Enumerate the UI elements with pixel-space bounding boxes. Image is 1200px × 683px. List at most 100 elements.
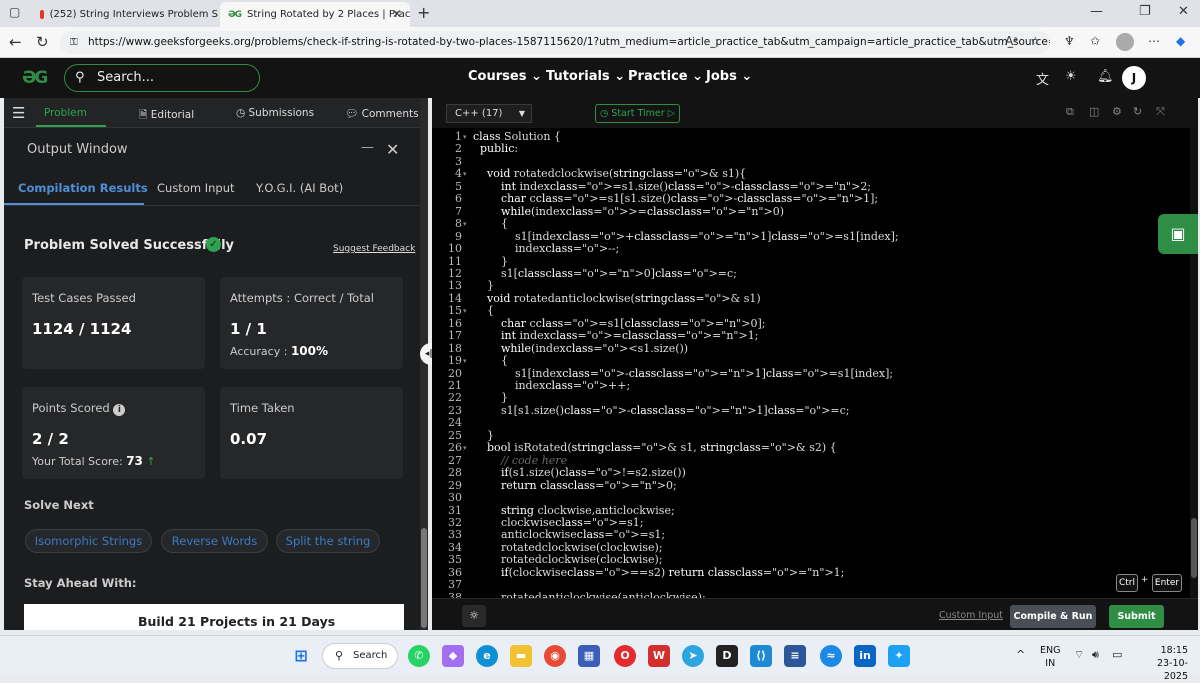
tab-yogi-ai-bot[interactable]: Y.O.G.I. (AI Bot) (256, 181, 343, 195)
code-line[interactable]: if(s1.size()class="o">!=s2.size()) (473, 466, 686, 479)
promo-banner[interactable]: Build 21 Projects in 21 Days (24, 604, 404, 630)
scrollbar-thumb[interactable] (1191, 518, 1197, 578)
taskbar-search[interactable]: ⚲ Search (322, 643, 398, 669)
code-line[interactable]: int indexclass="o">=classclass="o">="n">… (473, 329, 758, 342)
code-line[interactable]: // code here (473, 454, 567, 467)
code-line[interactable]: rotatedclockwise(clockwise); (473, 553, 663, 566)
start-timer-button[interactable]: ◷ Start Timer ▷ (595, 104, 680, 123)
code-line[interactable]: } (473, 255, 508, 268)
solve-next-split-the-string[interactable]: Split the string (276, 529, 380, 553)
code-line[interactable]: while(indexclass="o"><s1.size()) (473, 342, 688, 355)
profile-icon[interactable] (1116, 33, 1134, 51)
code-line[interactable]: s1[indexclass="o">+classclass="o">="n">1… (473, 230, 899, 243)
fold-chevron-icon[interactable]: ▾ (463, 444, 467, 452)
minimize-output-icon[interactable]: — (361, 140, 374, 155)
tab-comments[interactable]: 💬︎ Comments (345, 107, 419, 120)
code-line[interactable]: bool isRotated(stringclass="o">& s1, str… (473, 441, 837, 454)
copilot-app-icon[interactable]: ◆ (442, 645, 464, 667)
code-line[interactable]: } (473, 391, 508, 404)
code-line[interactable]: s1[s1.size()class="o">-classclass="o">="… (473, 404, 850, 417)
search-input[interactable]: ⚲ Search... (64, 64, 260, 92)
nav-jobs[interactable]: Jobs ⌄ (706, 69, 752, 84)
submit-button[interactable]: Submit (1109, 605, 1164, 628)
browser-tab-youtube[interactable]: (252) String Interviews Problem S (32, 2, 218, 27)
theme-toggle-icon[interactable]: ☀ (1065, 69, 1077, 84)
reset-icon[interactable]: ↻ (1133, 105, 1142, 118)
notification-bell-icon[interactable]: 🔔︎ (1097, 69, 1114, 84)
code-line[interactable]: rotatedclockwise(clockwise); (473, 541, 663, 554)
code-line[interactable]: public: (473, 142, 518, 155)
chrome-icon[interactable]: ◉ (544, 645, 566, 667)
code-line[interactable]: return classclass="o">="n">0; (473, 479, 677, 492)
tab-custom-input[interactable]: Custom Input (157, 181, 235, 195)
tray-chevron-icon[interactable]: ^ (1016, 648, 1025, 661)
fold-chevron-icon[interactable]: ▾ (463, 133, 467, 141)
windows-start-icon[interactable]: ⊞ (290, 645, 312, 667)
refresh-icon[interactable]: ↻ (36, 33, 49, 51)
tab-compilation-results[interactable]: Compilation Results (18, 181, 148, 195)
settings-icon[interactable]: ⚙ (1112, 105, 1122, 118)
code-line[interactable]: void rotatedanticlockwise(stringclass="o… (473, 292, 761, 305)
browser-tab-gfg[interactable]: ƏG String Rotated by 2 Places | Practi ✕ (220, 2, 410, 27)
compile-run-button[interactable]: Compile & Run (1010, 605, 1096, 628)
language-indicator[interactable]: ENG IN (1040, 644, 1060, 670)
tab-actions-icon[interactable]: ▢ (9, 5, 20, 19)
battery-icon[interactable]: ▭ (1112, 648, 1122, 661)
fold-chevron-icon[interactable]: ▾ (463, 357, 467, 365)
nav-tutorials[interactable]: Tutorials ⌄ (546, 69, 625, 84)
solve-next-isomorphic-strings[interactable]: Isomorphic Strings (25, 529, 152, 553)
file-explorer-icon[interactable]: ▬ (510, 645, 532, 667)
code-line[interactable]: } (473, 429, 494, 442)
edge-icon[interactable]: e (476, 645, 498, 667)
nav-courses[interactable]: Courses ⌄ (468, 69, 542, 84)
back-icon[interactable]: ← (9, 33, 22, 51)
read-aloud-icon[interactable]: Aᵃ (1005, 34, 1018, 48)
code-line[interactable]: anticlockwiseclass="o">=s1; (473, 528, 665, 541)
code-line[interactable]: { (473, 354, 508, 367)
devcpp-icon[interactable]: D (716, 645, 738, 667)
code-line[interactable]: while(indexclass="o">>=classclass="o">="… (473, 205, 784, 218)
avatar[interactable]: J (1122, 66, 1146, 90)
vscode-icon[interactable]: ⟨⟩ (750, 645, 772, 667)
code-line[interactable]: } (473, 279, 494, 292)
extension-icon[interactable]: ♆ (1064, 34, 1075, 48)
more-options-icon[interactable]: ⋯ (1148, 34, 1160, 48)
code-line[interactable]: int indexclass="o">=s1.size()class="o">-… (473, 180, 871, 193)
wifi-icon[interactable]: ⌔ (1074, 648, 1084, 662)
opera-icon[interactable]: O (614, 645, 636, 667)
nav-practice[interactable]: Practice ⌄ (628, 69, 703, 84)
tab-problem[interactable]: Problem (44, 107, 87, 119)
code-line[interactable]: char cclass="o">=s1[classclass="o">="n">… (473, 317, 765, 330)
close-output-icon[interactable]: ✕ (386, 140, 399, 159)
site-info-icon[interactable]: ⚿ (70, 31, 78, 54)
tab-editorial[interactable]: 🗎︎ Editorial (139, 107, 194, 125)
fold-chevron-icon[interactable]: ▾ (463, 220, 467, 228)
copilot-icon[interactable]: ◆ (1176, 34, 1185, 48)
speedtest-icon[interactable]: ≈ (820, 645, 842, 667)
close-window-icon[interactable]: ✕ (1178, 4, 1189, 19)
wps-icon[interactable]: W (648, 645, 670, 667)
favorite-star-icon[interactable]: ☆ (1030, 34, 1041, 48)
code-line[interactable]: void rotatedclockwise(stringclass="o">& … (473, 167, 746, 180)
code-line[interactable]: rotatedanticlockwise(anticlockwise); (473, 591, 706, 598)
code-line[interactable]: s1[indexclass="o">-classclass="o">="n">1… (473, 367, 893, 380)
whatsapp-icon[interactable]: ✆ (408, 645, 430, 667)
telegram-icon[interactable]: ➤ (682, 645, 704, 667)
twitter-icon[interactable]: ✦ (888, 645, 910, 667)
code-line[interactable]: if(clockwiseclass="o">==s2) return class… (473, 566, 844, 579)
editor-scrollbar[interactable] (1190, 128, 1198, 598)
code-line[interactable]: s1[classclass="o">="n">0]class="o">=c; (473, 267, 737, 280)
scrollbar-thumb[interactable] (421, 528, 427, 628)
favorites-icon[interactable]: ✩ (1090, 34, 1100, 48)
code-line[interactable]: clockwiseclass="o">=s1; (473, 516, 644, 529)
language-select[interactable]: C++ (17) ▼ (446, 104, 532, 123)
code-line[interactable]: indexclass="o">--; (473, 242, 619, 255)
chat-icon[interactable]: ▣ (1158, 214, 1198, 254)
new-tab-button[interactable]: + (417, 3, 430, 22)
lightbulb-icon[interactable]: ☼ (462, 605, 486, 627)
code-area[interactable]: 1 ▾ class Solution {2 public: 3 4 ▾ void rota… (432, 128, 1192, 598)
custom-input-link[interactable]: Custom Input (939, 610, 1003, 621)
tab-submissions[interactable]: ◷ Submissions (236, 107, 314, 119)
split-view-icon[interactable]: ◫ (1089, 105, 1099, 118)
code-line[interactable]: { (473, 304, 494, 317)
